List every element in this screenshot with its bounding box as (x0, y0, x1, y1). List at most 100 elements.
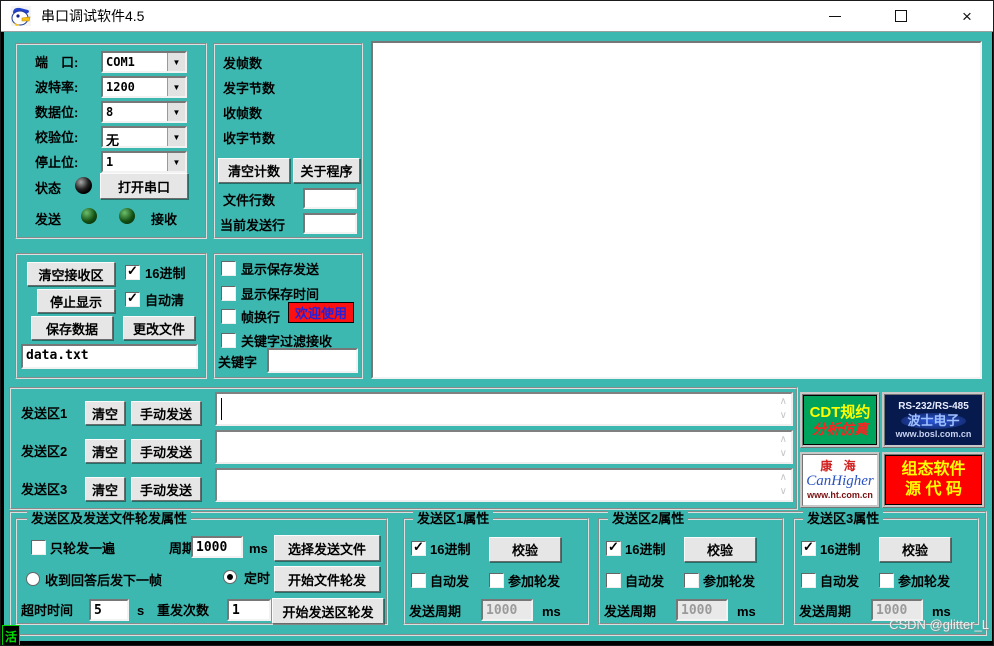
send1-clear-button[interactable]: 清空 (85, 401, 125, 425)
send1-auto-checkbox[interactable] (411, 573, 426, 588)
send1-manual-button[interactable]: 手动发送 (131, 401, 201, 425)
send3-verify-button[interactable]: 校验 (879, 537, 951, 562)
cdt-logo[interactable]: CDT规约 分析仿真 (800, 392, 880, 448)
maximize-button[interactable] (873, 1, 929, 31)
frame-newline-checkbox[interactable] (221, 309, 236, 324)
text-caret (221, 398, 222, 420)
parity-select-value: 无 (106, 133, 120, 146)
start-file-poll-button[interactable]: 开始文件轮发 (274, 566, 380, 592)
send3-input[interactable]: ∧ ∨ (215, 468, 793, 502)
send3-clear-button[interactable]: 清空 (85, 477, 125, 501)
cdt-logo-line2: 分析仿真 (812, 420, 868, 437)
start-area-poll-button[interactable]: 开始发送区轮发 (272, 598, 384, 624)
send1-hex-label: 16进制 (430, 542, 471, 557)
port-select-value: COM1 (106, 55, 135, 69)
send2-clear-button[interactable]: 清空 (85, 439, 125, 463)
send1-group-title: 发送区1属性 (413, 511, 494, 526)
send2-period-label: 发送周期 (604, 604, 657, 619)
minimize-button[interactable] (807, 1, 863, 31)
send2-hex-checkbox[interactable] (606, 539, 621, 556)
status-label: 状态 (35, 181, 62, 196)
save-data-button[interactable]: 保存数据 (31, 316, 113, 340)
send1-period-input[interactable]: 1000 (481, 599, 533, 621)
scroll-up-icon[interactable]: ∧ (780, 435, 787, 445)
scroll-up-icon[interactable]: ∧ (780, 397, 787, 407)
select-send-file-button[interactable]: 选择发送文件 (274, 535, 380, 561)
recv-bytes-label: 收字节数 (223, 131, 276, 146)
send1-input[interactable]: ∧ ∨ (215, 392, 793, 426)
keyword-input[interactable] (267, 348, 358, 373)
baud-select-value: 1200 (106, 80, 135, 94)
frame-newline-label: 帧换行 (241, 310, 281, 325)
send2-input[interactable]: ∧ ∨ (215, 430, 793, 464)
send3-hex-checkbox[interactable] (801, 539, 816, 556)
welcome-banner: 欢迎使用 (288, 302, 354, 323)
send2-verify-button[interactable]: 校验 (684, 537, 756, 562)
bosi-logo-line2: 波士电子 (901, 412, 966, 429)
show-save-send-checkbox[interactable] (221, 261, 236, 276)
show-save-send-label: 显示保存发送 (241, 262, 320, 277)
show-save-time-checkbox[interactable] (221, 286, 236, 301)
clear-counts-button[interactable]: 清空计数 (218, 158, 290, 183)
scroll-up-icon[interactable]: ∧ (780, 473, 787, 483)
close-button[interactable]: × (939, 1, 993, 31)
auto-clear-checkbox[interactable] (125, 290, 140, 307)
app-window: 串口调试软件4.5 × 端 口: COM1 ▼ 波特率: 1200 ▼ 数据位:… (0, 0, 994, 646)
send1-join-label: 参加轮发 (508, 574, 561, 589)
send-row-label: 发送区2 (21, 444, 68, 459)
keyword-filter-checkbox[interactable] (221, 333, 236, 348)
send3-auto-checkbox[interactable] (801, 573, 816, 588)
send3-period-label: 发送周期 (799, 604, 852, 619)
port-select[interactable]: COM1 ▼ (101, 51, 187, 73)
send1-verify-button[interactable]: 校验 (489, 537, 561, 562)
clear-receive-button[interactable]: 清空接收区 (27, 262, 115, 286)
send3-auto-label: 自动发 (820, 574, 860, 589)
open-port-button[interactable]: 打开串口 (100, 173, 188, 199)
stop-display-button[interactable]: 停止显示 (37, 289, 115, 313)
scroll-down-icon[interactable]: ∨ (780, 487, 787, 497)
scroll-down-icon[interactable]: ∨ (780, 411, 787, 421)
databits-select[interactable]: 8 ▼ (101, 101, 187, 123)
zutai-logo[interactable]: 组态软件 源 代 码 (882, 452, 985, 508)
send1-hex-checkbox[interactable] (411, 539, 426, 556)
chevron-down-icon[interactable]: ▼ (167, 103, 185, 121)
chevron-down-icon[interactable]: ▼ (167, 78, 185, 96)
stopbits-select[interactable]: 1 ▼ (101, 151, 187, 173)
poll-period-input[interactable]: 1000 (191, 536, 243, 558)
chevron-down-icon[interactable]: ▼ (167, 53, 185, 71)
save-filename-input[interactable]: data.txt (21, 344, 198, 369)
send-row-label: 发送区1 (21, 406, 68, 421)
send3-join-checkbox[interactable] (879, 573, 894, 588)
send2-join-checkbox[interactable] (684, 573, 699, 588)
bosi-logo[interactable]: RS-232/RS-485 波士电子 www.bosl.com.cn (882, 392, 985, 448)
timer-mode-radio[interactable] (223, 570, 237, 584)
title-bar: 串口调试软件4.5 × (1, 1, 993, 32)
hex-display-checkbox[interactable] (125, 263, 140, 280)
timeout-input[interactable]: 5 (89, 599, 129, 621)
stopbits-label: 停止位: (35, 155, 79, 170)
receive-text-area[interactable] (371, 41, 982, 379)
parity-select[interactable]: 无 ▼ (101, 126, 187, 148)
send1-join-checkbox[interactable] (489, 573, 504, 588)
send3-manual-button[interactable]: 手动发送 (131, 477, 201, 501)
scroll-down-icon[interactable]: ∨ (780, 449, 787, 459)
retry-input[interactable]: 1 (227, 599, 271, 621)
csdn-watermark: CSDN @glitter_L (889, 617, 989, 632)
send2-join-label: 参加轮发 (703, 574, 756, 589)
status-led (75, 177, 92, 194)
send2-period-input[interactable]: 1000 (676, 599, 728, 621)
canhigher-logo[interactable]: 康 海 CanHigher www.ht.com.cn (800, 452, 880, 508)
chevron-down-icon[interactable]: ▼ (167, 128, 185, 146)
send2-group-title: 发送区2属性 (608, 511, 689, 526)
send2-manual-button[interactable]: 手动发送 (131, 439, 201, 463)
file-lines-value[interactable] (303, 188, 357, 209)
about-button[interactable]: 关于程序 (293, 158, 360, 183)
current-line-value[interactable] (303, 213, 357, 234)
send2-auto-checkbox[interactable] (606, 573, 621, 588)
chevron-down-icon[interactable]: ▼ (167, 153, 185, 171)
baud-select[interactable]: 1200 ▼ (101, 76, 187, 98)
change-file-button[interactable]: 更改文件 (123, 316, 195, 340)
send3-hex-label: 16进制 (820, 542, 861, 557)
poll-once-checkbox[interactable] (31, 540, 46, 555)
answer-mode-radio[interactable] (26, 572, 40, 586)
